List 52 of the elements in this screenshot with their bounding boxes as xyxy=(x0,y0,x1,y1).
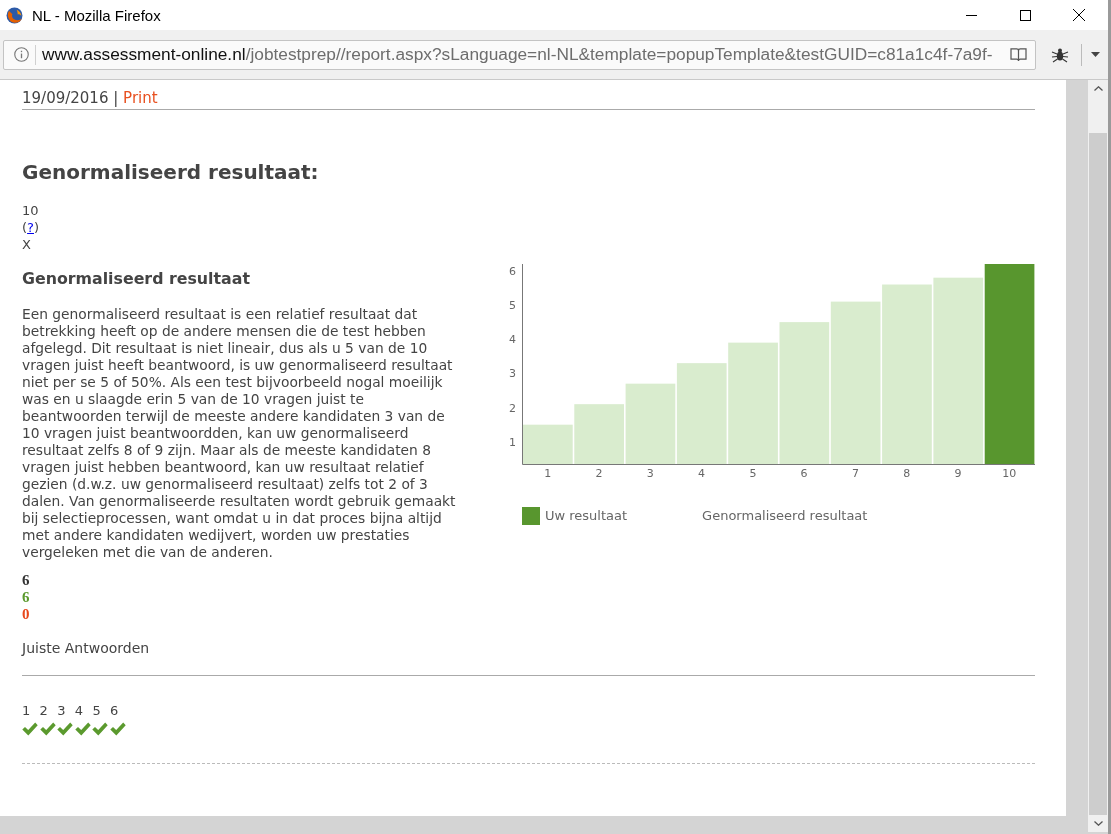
caret-icon[interactable] xyxy=(1091,52,1100,57)
window-title: NL - Mozilla Firefox xyxy=(32,6,162,24)
x-axis-label: 6 xyxy=(800,467,808,480)
print-link[interactable]: Print xyxy=(123,89,158,107)
y-axis-label: 5 xyxy=(509,299,516,312)
chevron-down-icon xyxy=(1093,821,1103,826)
x-axis-label: 9 xyxy=(954,467,962,480)
score-value: 10 xyxy=(22,202,39,219)
help-note: (?) xyxy=(22,219,40,236)
y-axis-label: 4 xyxy=(509,333,516,347)
question-number: 1 xyxy=(22,703,31,719)
legend-label: Uw resultaat xyxy=(545,507,628,525)
report-date: 19/09/2016 xyxy=(22,89,109,107)
x-axis-label: 1 xyxy=(544,467,552,480)
question-number: 5 xyxy=(92,703,101,719)
close-icon xyxy=(1073,9,1085,21)
x-axis-label: 2 xyxy=(595,467,603,480)
help-link[interactable]: ? xyxy=(27,220,34,235)
chevron-up-icon xyxy=(1093,86,1103,91)
address-field[interactable]: www.assessment-online.nl/jobtestprep//report.aspx?sLanguage=nl-NL&template=popupTemplate&testGUID=c81a1c4f-7a9f- xyxy=(3,39,1036,70)
x-axis-label: 5 xyxy=(749,467,757,480)
result-title: Genormaliseerd resultaat: xyxy=(22,160,319,184)
answers-label: Juiste Antwoorden xyxy=(22,640,150,657)
reader-view-book-icon[interactable] xyxy=(1010,47,1027,62)
question-number: 3 xyxy=(57,703,66,719)
y-axis-label: 2 xyxy=(509,401,516,415)
score-mark: X xyxy=(22,236,31,253)
maximize-icon xyxy=(1019,9,1031,21)
section-heading: Genormaliseerd resultaat xyxy=(22,269,250,289)
question-number: 2 xyxy=(39,703,48,719)
explanation-paragraph: Een genormaliseerd resultaat is een relatief resultaat dat betrekking heeft op de andere mensen die de test hebben afgelegd. Dit resultaat is niet lineair, dus als u 5 van de 10 vragen juist heeft beantwoord, is uw genormaliseerd resultaat niet per se 5 of 50%. Als een test bijvoorbeeld nogal moeilijk was en u slaagde erin 5 van de 10 vragen juist te beantwoorden terwijl de meeste andere kandidaten 3 van de 10 vragen juist beantwoordden, kan uw genormaliseerd resultaat zelfs 8 of 9 zijn. Maar als de meeste kandidaten 8 vragen juist hebben beantwoord, kan uw resultaat relatief gezien (d.w.z. uw genormaliseerd resultaat) zelfs tot 2 of 3 dalen. Van genormaliseerde resultaten wordt gebruik gemaakt bij selectieprocessen, want omdat u in dat proces bijna altijd met andere kandidaten wedijvert, worden uw prestaties vergeleken met die van de anderen. xyxy=(22,306,457,561)
x-axis-label: 10 xyxy=(1002,467,1017,480)
browser-logo-icon xyxy=(6,6,23,24)
scrollbar[interactable] xyxy=(1088,80,1108,832)
question-number: 6 xyxy=(109,703,119,719)
x-axis-label: 3 xyxy=(646,467,654,480)
tally-count: 6 xyxy=(22,572,30,589)
y-axis-label: 1 xyxy=(509,435,516,449)
x-axis-label: 8 xyxy=(903,467,911,480)
legend-label: Genormaliseerd resultaat xyxy=(702,507,868,525)
question-number: 4 xyxy=(74,703,84,719)
minimize-icon xyxy=(965,14,977,16)
y-axis-label: 6 xyxy=(509,264,516,278)
x-axis-label: 7 xyxy=(851,467,859,480)
separator-text: | xyxy=(113,89,119,107)
tally-count: 6 xyxy=(22,589,30,606)
info-icon[interactable] xyxy=(14,47,29,62)
bug-icon[interactable] xyxy=(1051,46,1069,63)
tally-count: 0 xyxy=(22,606,30,623)
scrollbar-thumb[interactable] xyxy=(1089,133,1107,815)
x-axis-label: 4 xyxy=(698,467,705,480)
y-axis-label: 3 xyxy=(509,367,516,381)
